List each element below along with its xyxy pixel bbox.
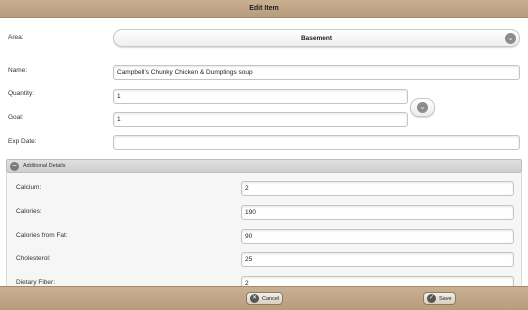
calories-field[interactable]: [241, 205, 514, 220]
form-content[interactable]: Area: Basement ⌄ Name: Quantity: Goal: ⌄…: [0, 18, 528, 286]
area-label: Area:: [8, 34, 24, 41]
calories-from-fat-label: Calories from Fat:: [16, 232, 68, 239]
area-select-value: Basement: [300, 34, 333, 42]
minus-circle-icon: −: [10, 161, 19, 171]
cancel-button[interactable]: ✕ Cancel: [246, 292, 284, 305]
calcium-field[interactable]: [241, 181, 514, 196]
dialog-title-bar: Edit Item: [0, 0, 528, 18]
save-button-label: Save: [439, 295, 452, 302]
exp-date-field[interactable]: [113, 135, 520, 150]
name-field[interactable]: [113, 65, 520, 80]
dialog-title: Edit Item: [249, 5, 279, 12]
dialog-footer: ✕ Cancel ✓ Save: [0, 286, 528, 310]
area-select[interactable]: Basement ⌄: [113, 29, 520, 47]
quantity-goal-toggle-button[interactable]: ⌄: [410, 98, 435, 117]
additional-details-header[interactable]: − Additional Details: [6, 159, 522, 173]
additional-details-panel: Calcium: Calories: Calories from Fat: Ch…: [6, 173, 522, 286]
calcium-label: Calcium:: [16, 184, 42, 191]
quantity-label: Quantity:: [8, 90, 35, 97]
goal-label: Goal:: [8, 114, 24, 121]
quantity-field[interactable]: [113, 89, 408, 104]
calories-from-fat-field[interactable]: [241, 229, 514, 244]
check-circle-icon: ✓: [427, 294, 436, 303]
cholesterol-field[interactable]: [241, 252, 514, 267]
save-button[interactable]: ✓ Save: [423, 292, 456, 305]
exp-date-label: Exp Date:: [8, 138, 37, 145]
cholesterol-label: Cholesterol:: [16, 255, 51, 262]
chevron-down-icon: ⌄: [417, 102, 428, 113]
dietary-fiber-label: Dietary Fiber:: [16, 279, 56, 286]
cancel-button-label: Cancel: [262, 295, 280, 302]
dietary-fiber-field[interactable]: [241, 276, 514, 286]
chevron-down-icon: ⌄: [505, 33, 516, 44]
x-circle-icon: ✕: [250, 294, 259, 303]
name-label: Name:: [8, 67, 28, 74]
calories-label: Calories:: [16, 208, 42, 215]
additional-details-title: Additional Details: [23, 163, 66, 169]
goal-field[interactable]: [113, 112, 408, 127]
